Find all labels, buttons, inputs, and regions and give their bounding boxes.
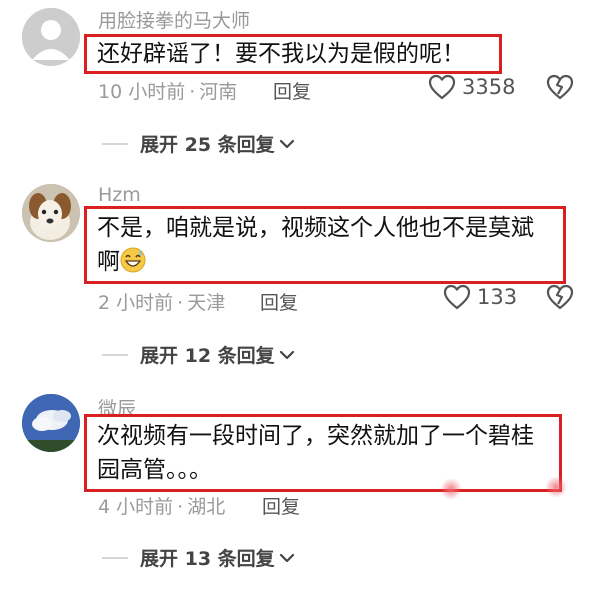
comment-item: 用脸接拳的马大师 还好辟谣了！要不我以为是假的呢！ 10 小时前 · 河南 回复 3…	[0, 0, 600, 170]
comment-text-line: 还好辟谣了！要不我以为是假的呢！	[97, 41, 465, 67]
avatar[interactable]	[22, 8, 80, 66]
like-count: 133	[477, 285, 518, 309]
expand-divider	[102, 556, 128, 559]
chevron-down-icon	[279, 553, 294, 562]
username[interactable]: Hzm	[98, 184, 141, 206]
dislike-button[interactable]	[546, 74, 574, 104]
grinning-sweat-emoji-icon	[120, 247, 146, 273]
comment-meta: 10 小时前 · 河南	[98, 77, 237, 104]
avatar[interactable]	[22, 184, 80, 242]
comment-time: 2 小时前	[98, 292, 174, 314]
dislike-button[interactable]	[546, 284, 574, 314]
chevron-down-icon	[279, 139, 294, 148]
expand-replies-button[interactable]: 展开 12 条回复	[102, 341, 295, 368]
like-button[interactable]: 3358	[428, 74, 515, 100]
comment-text: 还好辟谣了！要不我以为是假的呢！	[84, 34, 502, 74]
comment-location: 天津	[187, 292, 226, 314]
heart-outline-icon	[443, 284, 471, 310]
like-count: 3358	[462, 75, 516, 99]
decorative-blob	[545, 476, 567, 498]
comment-meta: 4 小时前 · 湖北	[98, 492, 225, 519]
comment-meta: 2 小时前 · 天津	[98, 288, 225, 315]
expand-divider	[102, 142, 128, 145]
meta-separator: ·	[177, 292, 184, 314]
heart-outline-icon	[428, 74, 456, 100]
meta-separator: ·	[177, 496, 184, 518]
expand-replies-label: 展开 25 条回复	[140, 134, 275, 156]
broken-heart-icon	[546, 284, 574, 310]
reply-button[interactable]: 回复	[262, 492, 300, 519]
expand-replies-button[interactable]: 展开 25 条回复	[102, 130, 295, 157]
comment-text-line: 不是，咱就是说，视频这个人他也不是莫斌	[97, 215, 534, 241]
decorative-blob	[440, 478, 462, 500]
expand-divider	[102, 353, 128, 356]
comment-time: 10 小时前	[98, 81, 186, 103]
username[interactable]: 用脸接拳的马大师	[98, 6, 250, 33]
expand-replies-label: 展开 13 条回复	[140, 548, 275, 570]
like-button[interactable]: 133	[443, 284, 517, 310]
comment-time: 4 小时前	[98, 496, 174, 518]
reply-button[interactable]: 回复	[260, 288, 298, 315]
comment-text-line-2: 啊	[97, 245, 555, 279]
broken-heart-icon	[546, 74, 574, 100]
comment-text-line: 次视频有一段时间了，突然就加了一个碧桂	[97, 423, 534, 449]
chevron-down-icon	[279, 350, 294, 359]
comment-text: 不是，咱就是说，视频这个人他也不是莫斌 啊	[84, 206, 566, 284]
comment-text-line: 园高管。。。	[97, 457, 212, 483]
reply-button[interactable]: 回复	[273, 77, 311, 104]
expand-replies-label: 展开 12 条回复	[140, 345, 275, 367]
comment-text: 次视频有一段时间了，突然就加了一个碧桂 园高管。。。	[84, 414, 562, 492]
comment-item: 微辰 次视频有一段时间了，突然就加了一个碧桂 园高管。。。 4 小时前 · 湖北 回…	[0, 390, 600, 590]
comment-location: 湖北	[187, 496, 226, 518]
expand-replies-button[interactable]: 展开 13 条回复	[102, 544, 295, 571]
avatar[interactable]	[22, 394, 80, 452]
meta-separator: ·	[189, 81, 196, 103]
comment-text-line: 啊	[97, 249, 120, 275]
comment-item: Hzm 不是，咱就是说，视频这个人他也不是莫斌 啊 2 小时前 · 天津 回复 13…	[0, 180, 600, 380]
comment-location: 河南	[199, 81, 238, 103]
